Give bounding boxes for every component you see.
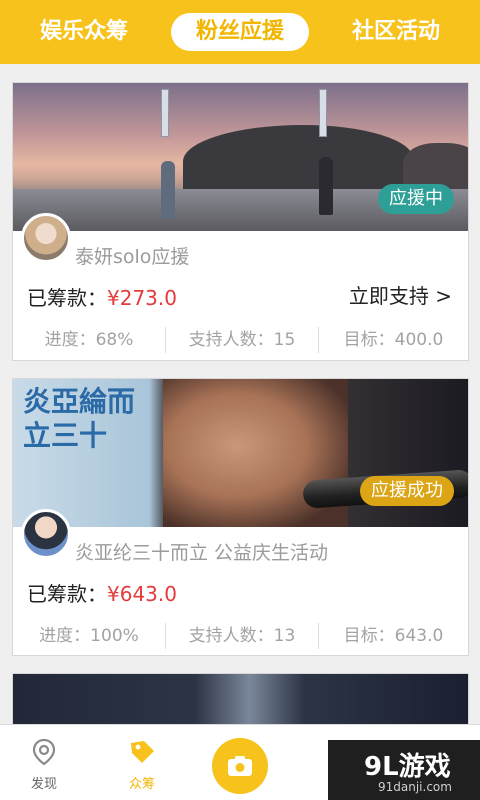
status-badge: 应援成功 xyxy=(360,476,454,506)
watermark-logo: 9L游戏 91danji.com xyxy=(328,740,480,800)
banner-person xyxy=(161,161,175,219)
banner-poster-text: 炎亞綸而立三十 xyxy=(23,385,136,452)
tab-fan-support[interactable]: 粉丝应援 xyxy=(171,13,309,51)
supporters-stat: 支持人数：15 xyxy=(188,330,296,350)
progress-stat: 进度：100% xyxy=(39,626,139,646)
nav-crowdfund-label: 众筹 xyxy=(128,777,155,792)
campaign-stats: 进度：68% 支持人数：15 目标：400.0 xyxy=(13,325,468,355)
target-stat: 目标：400.0 xyxy=(343,330,444,350)
support-now-button[interactable]: 立即支持 > xyxy=(349,280,452,309)
raised-amount: 已筹款：¥273.0 xyxy=(27,282,177,311)
nav-discover[interactable]: 发现 xyxy=(4,725,84,800)
top-tab-bar: 娱乐众筹 粉丝应援 社区活动 xyxy=(0,0,480,64)
supporters-stat: 支持人数：13 xyxy=(188,626,296,646)
raised-amount: 已筹款：¥643.0 xyxy=(27,578,177,607)
location-pin-icon xyxy=(32,738,56,766)
campaign-title[interactable]: 炎亚纶三十而立 公益庆生活动 xyxy=(75,538,328,565)
nav-crowdfund[interactable]: 众筹 xyxy=(102,725,182,800)
raised-label: 已筹款： xyxy=(27,286,107,310)
watermark-brand: 9L游戏 xyxy=(364,752,451,782)
campaign-card[interactable]: 炎亞綸而立三十 应援成功 炎亚纶三十而立 公益庆生活动 已筹款：¥643.0 进… xyxy=(12,378,469,656)
camera-icon xyxy=(228,756,252,776)
campaign-stats: 进度：100% 支持人数：13 目标：643.0 xyxy=(13,621,468,651)
campaign-card[interactable]: 应援中 泰妍solo应援 已筹款：¥273.0 立即支持 > 进度：68% 支持… xyxy=(12,82,469,361)
banner-person xyxy=(319,157,333,215)
tab-community[interactable]: 社区活动 xyxy=(332,13,460,51)
banner-rock xyxy=(183,125,413,195)
status-badge: 应援中 xyxy=(378,184,454,214)
watermark-url: 91danji.com xyxy=(378,780,452,794)
avatar[interactable] xyxy=(21,509,71,559)
tag-icon xyxy=(131,741,154,763)
tab-ent-crowdfunding[interactable]: 娱乐众筹 xyxy=(20,13,148,51)
progress-stat: 进度：68% xyxy=(44,330,134,350)
raised-value: ¥643.0 xyxy=(107,582,177,606)
campaign-title[interactable]: 泰妍solo应援 xyxy=(75,242,189,269)
banner-pole xyxy=(319,89,327,137)
raised-value: ¥273.0 xyxy=(107,286,177,310)
nav-discover-label: 发现 xyxy=(30,777,57,792)
target-stat: 目标：643.0 xyxy=(343,626,444,646)
camera-button[interactable] xyxy=(212,738,268,794)
raised-label: 已筹款： xyxy=(27,582,107,606)
banner-pole xyxy=(161,89,169,137)
avatar[interactable] xyxy=(21,213,71,263)
